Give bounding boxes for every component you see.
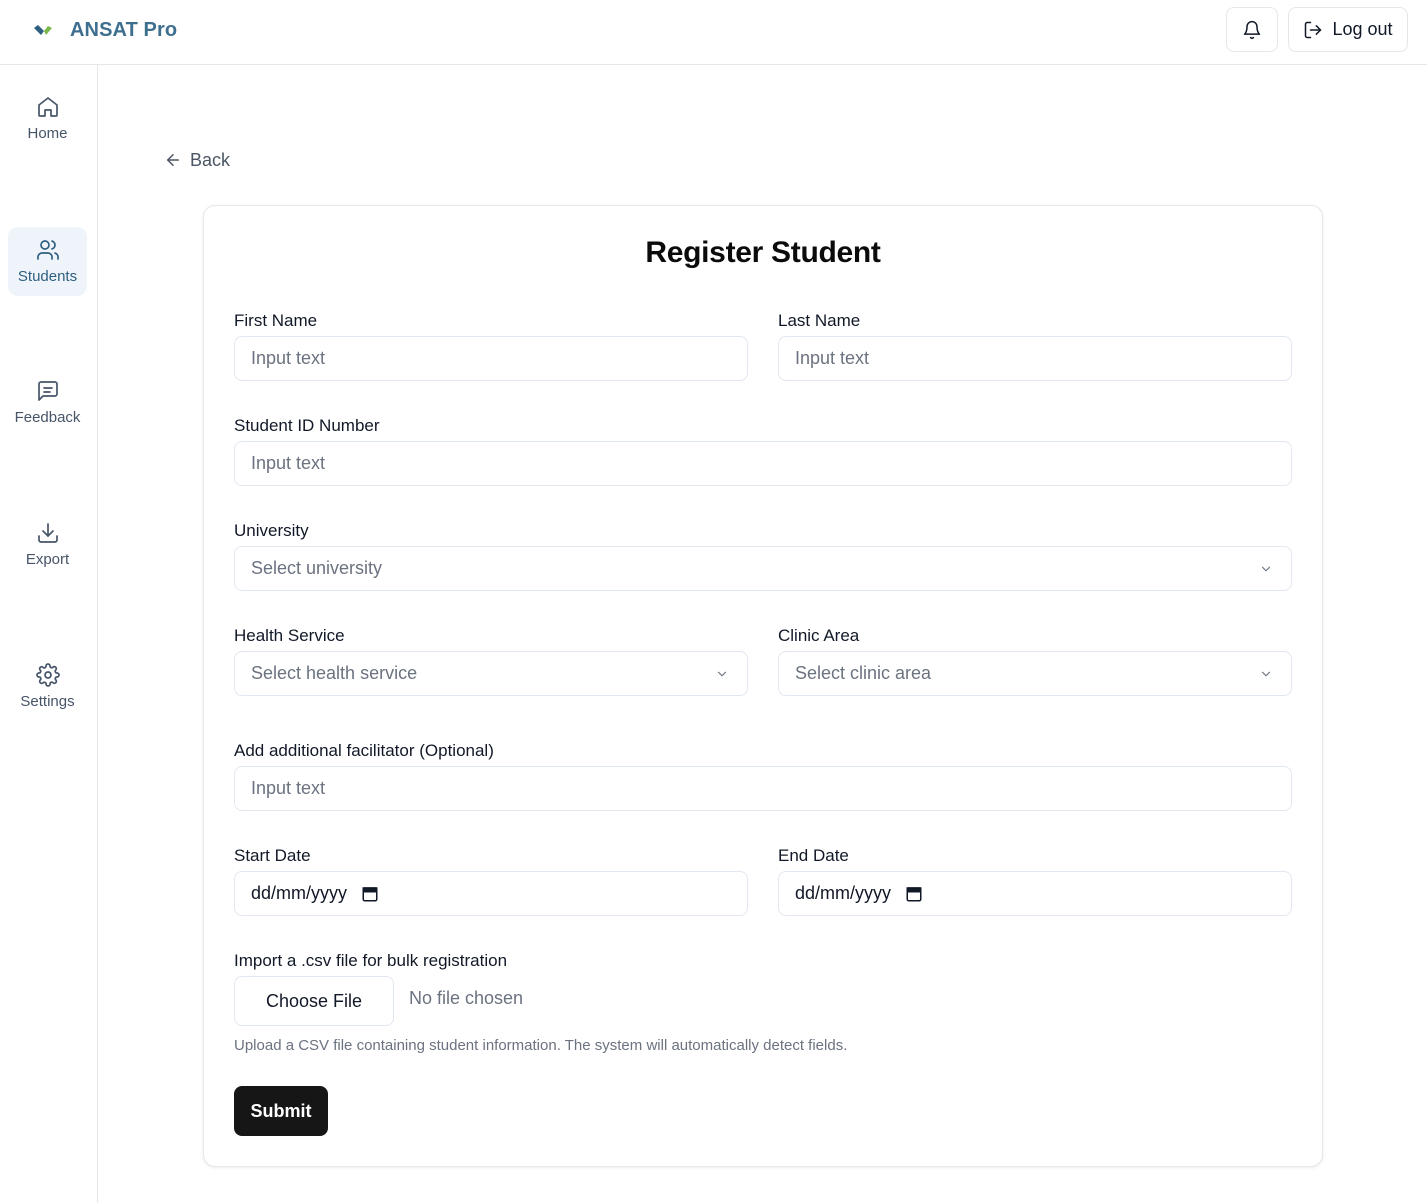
no-file-text: No file chosen	[409, 988, 524, 1008]
calendar-icon[interactable]	[361, 885, 379, 903]
arrow-left-icon	[167, 154, 179, 166]
back-label: Back	[190, 149, 231, 170]
clinic-area-placeholder: Select clinic area	[795, 663, 932, 683]
sidebar-item-label: Settings	[20, 693, 75, 710]
start-date-label: Start Date	[234, 846, 311, 865]
sidebar-item-label: Feedback	[14, 409, 81, 426]
sidebar-item-export[interactable]: Export	[8, 510, 87, 579]
facilitator-label: Add additional facilitator (Optional)	[234, 741, 494, 760]
csv-import-label: Import a .csv file for bulk registration	[234, 951, 508, 970]
sidebar-item-label: Students	[17, 268, 78, 285]
choose-file-button[interactable]: Choose File	[234, 976, 394, 1026]
home-icon	[37, 97, 58, 117]
chevron-down-icon	[1261, 566, 1271, 571]
student-id-placeholder: Input text	[251, 453, 326, 473]
brand-name: ANSAT Pro	[70, 18, 178, 41]
submit-button[interactable]: Submit	[234, 1086, 328, 1136]
logout-icon	[1305, 21, 1322, 38]
last-name-placeholder: Input text	[795, 348, 870, 368]
start-date-input[interactable]: dd/mm/yyyy	[234, 871, 748, 916]
first-name-label: First Name	[234, 311, 318, 330]
first-name-input[interactable]: Input text	[234, 336, 748, 381]
student-id-label: Student ID Number	[234, 416, 380, 435]
university-select[interactable]: Select university	[234, 546, 1292, 591]
end-date-label: End Date	[778, 846, 849, 865]
end-date-input[interactable]: dd/mm/yyyy	[778, 871, 1292, 916]
download-icon	[37, 523, 58, 543]
sidebar-item-feedback[interactable]: Feedback	[8, 368, 87, 437]
message-icon	[37, 381, 58, 401]
chevron-down-icon	[717, 671, 727, 676]
chevron-down-icon	[1261, 671, 1271, 676]
last-name-label: Last Name	[778, 311, 861, 330]
start-date-value: dd/mm/yyyy	[251, 883, 348, 903]
top-bar: ANSAT Pro Log out	[0, 0, 1427, 65]
logout-label: Log out	[1332, 19, 1393, 39]
facilitator-input[interactable]: Input text	[234, 766, 1292, 811]
sidebar-item-settings[interactable]: Settings	[8, 652, 87, 721]
brand-logo-icon	[34, 25, 52, 35]
clinic-area-select[interactable]: Select clinic area	[778, 651, 1292, 696]
university-placeholder: Select university	[251, 558, 383, 578]
gear-icon	[35, 663, 60, 687]
notifications-button[interactable]	[1226, 7, 1278, 52]
bell-icon	[1243, 20, 1261, 39]
end-date-value: dd/mm/yyyy	[795, 883, 892, 903]
health-service-select[interactable]: Select health service	[234, 651, 748, 696]
brand[interactable]: ANSAT Pro	[32, 16, 177, 44]
sidebar-item-students[interactable]: Students	[8, 227, 87, 296]
last-name-input[interactable]: Input text	[778, 336, 1292, 381]
sidebar: Home Students Feedback Export Settings	[0, 65, 98, 1203]
sidebar-item-label: Export	[25, 551, 70, 568]
calendar-icon[interactable]	[905, 885, 923, 903]
page-title: Register Student	[645, 236, 881, 269]
health-service-placeholder: Select health service	[251, 663, 418, 683]
student-id-input[interactable]: Input text	[234, 441, 1292, 486]
users-icon	[36, 240, 59, 260]
sidebar-item-label: Home	[27, 125, 68, 142]
university-label: University	[234, 521, 309, 540]
facilitator-placeholder: Input text	[251, 778, 326, 798]
first-name-placeholder: Input text	[251, 348, 326, 368]
health-service-label: Health Service	[234, 626, 345, 645]
csv-helper-text: Upload a CSV file containing student inf…	[234, 1037, 848, 1054]
clinic-area-label: Clinic Area	[778, 626, 860, 645]
back-link[interactable]: Back	[164, 148, 230, 172]
logout-button[interactable]: Log out	[1288, 7, 1408, 52]
sidebar-item-home[interactable]: Home	[8, 84, 87, 153]
